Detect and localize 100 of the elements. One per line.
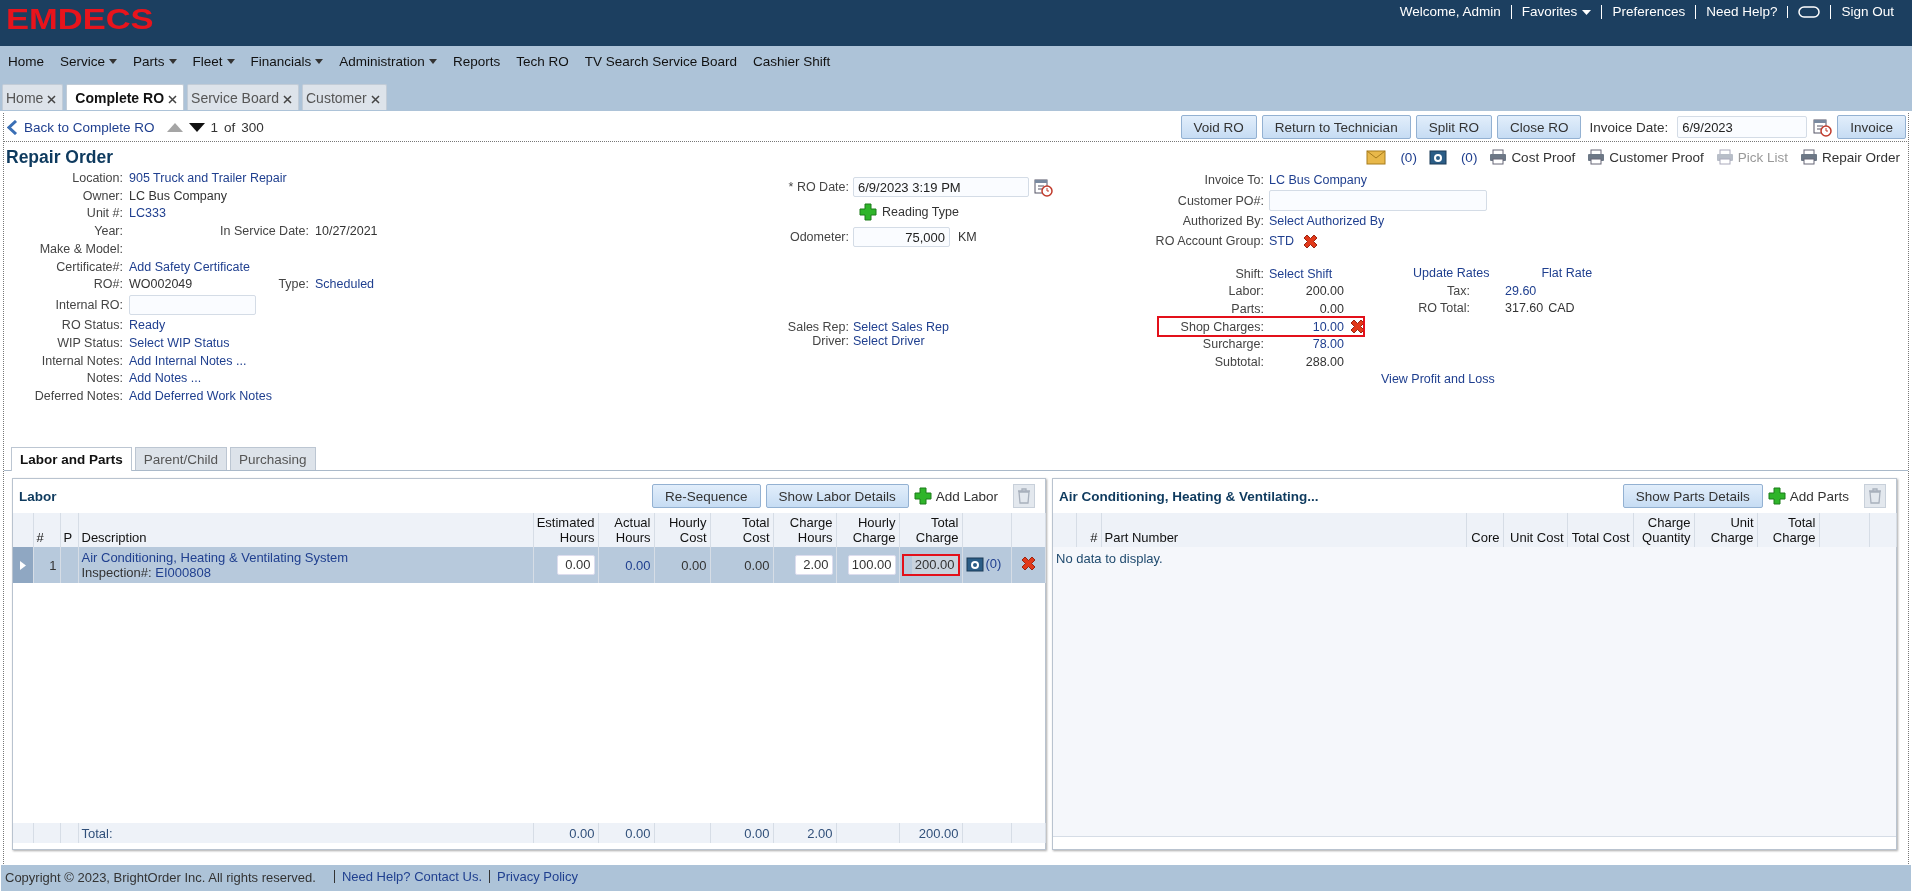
rate-link[interactable]: Flat Rate <box>1541 265 1593 283</box>
detail-field[interactable] <box>129 294 256 315</box>
toolbar-button[interactable]: Void RO <box>1180 115 1257 139</box>
back-chevron-icon[interactable] <box>7 119 18 135</box>
page-tab[interactable]: Service Board <box>187 84 299 110</box>
calendar-clock-icon[interactable] <box>1812 117 1833 137</box>
panel-button[interactable]: Show Labor Details <box>765 484 909 508</box>
detail-link[interactable]: Select WIP Status <box>129 335 230 350</box>
detail-link[interactable]: LC333 <box>129 206 166 221</box>
number-input[interactable]: 100.00 <box>847 555 896 575</box>
detail-link[interactable]: Scheduled <box>315 276 375 294</box>
detail-link[interactable]: Add Deferred Work Notes <box>129 388 272 403</box>
print-link[interactable]: Cost Proof <box>1511 149 1576 165</box>
chat-bubble-icon[interactable] <box>1798 6 1821 18</box>
header-link[interactable]: Preferences <box>1612 5 1686 19</box>
menu-item[interactable]: TV Search Service Board <box>576 50 746 72</box>
billing-link[interactable]: Select Authorized By <box>1269 214 1385 228</box>
add-labor-button[interactable]: Add Labor <box>913 487 998 505</box>
envelope-icon[interactable] <box>1366 149 1387 165</box>
page-tab[interactable]: Customer <box>302 84 387 110</box>
amount-link[interactable]: 29.60 <box>1505 282 1537 301</box>
summary-label: Labor: <box>1227 284 1264 299</box>
billing-link[interactable]: LC Bus Company <box>1269 173 1367 187</box>
odometer-field[interactable]: 75,000 <box>853 227 950 247</box>
select-link[interactable]: Select Shift <box>1269 266 1333 281</box>
amount-link[interactable]: 10.00 <box>1312 319 1344 334</box>
printer-icon <box>1799 149 1818 165</box>
toolbar-button[interactable]: Return to Technician <box>1261 115 1411 139</box>
labor-row[interactable]: 1 Air Conditioning, Heating & Ventilating System Inspection#: EI000808 0.00 0.00 0.00 0.00 2.00 100.00 200.00 (0) <box>13 547 1045 583</box>
print-link[interactable]: Repair Order <box>1821 149 1900 165</box>
menu-item[interactable]: Parts <box>125 50 185 72</box>
favorites-menu[interactable]: Favorites <box>1521 5 1592 19</box>
page-tab[interactable]: Complete RO <box>66 84 185 110</box>
detail-link[interactable]: Ready <box>129 318 166 333</box>
invoice-date-field[interactable]: 6/9/2023 <box>1677 116 1808 138</box>
back-link[interactable]: Back to Complete RO <box>24 119 155 135</box>
count-text: (0) <box>1460 149 1478 165</box>
footer-link[interactable]: Need Help? Contact Us. <box>341 869 483 884</box>
photo-count[interactable]: (0) <box>985 556 1002 571</box>
detail-link[interactable]: Add Internal Notes ... <box>129 353 247 368</box>
select-link[interactable]: Select Sales Rep <box>853 320 1149 334</box>
field-label: Internal Notes: <box>40 352 123 370</box>
close-icon[interactable] <box>168 95 178 104</box>
caret-icon <box>168 58 177 64</box>
number-input[interactable]: 0.00 <box>556 555 595 575</box>
section-tab[interactable]: Purchasing <box>230 447 316 470</box>
rate-link[interactable]: Update Rates <box>1413 265 1490 283</box>
detail-link[interactable]: 905 Truck and Trailer Repair <box>129 171 287 185</box>
header-link[interactable]: Need Help? <box>1706 5 1778 19</box>
menu-item[interactable]: Fleet <box>184 50 243 72</box>
field-label: Driver: <box>811 334 849 348</box>
invoice-button[interactable]: Invoice <box>1837 115 1906 139</box>
description-link[interactable]: Air Conditioning, Heating & Ventilating System <box>81 550 530 565</box>
camera-icon[interactable] <box>965 555 984 572</box>
section-tab[interactable]: Labor and Parts <box>11 447 132 471</box>
field-label: Notes: <box>85 370 123 388</box>
print-link[interactable]: Customer Proof <box>1609 149 1704 165</box>
menu-item[interactable]: Financials <box>242 50 332 72</box>
inspection-link[interactable]: EI000808 <box>155 565 211 580</box>
field-label: RO#: <box>92 276 123 294</box>
footer-link[interactable]: Privacy Policy <box>497 869 578 884</box>
section-tab[interactable]: Parent/Child <box>134 447 228 470</box>
camera-icon[interactable] <box>1428 149 1447 165</box>
profit-loss-link[interactable]: View Profit and Loss <box>1381 371 1495 386</box>
field-label: RO Account Group: <box>1154 234 1264 248</box>
detail-link[interactable]: Add Notes ... <box>129 371 202 386</box>
remove-icon[interactable] <box>1302 232 1319 250</box>
toolbar-button[interactable]: Split RO <box>1415 115 1492 139</box>
panel-button[interactable]: Show Parts Details <box>1622 484 1763 508</box>
reading-type-button[interactable]: Reading Type <box>859 203 959 221</box>
amount-link[interactable]: 78.00 <box>1312 337 1344 352</box>
menu-item[interactable]: Service <box>52 50 126 72</box>
column-header: Unit Charge <box>1694 513 1757 547</box>
page-tab[interactable]: Home <box>2 84 64 110</box>
close-icon[interactable] <box>370 95 380 104</box>
customer-po-field[interactable] <box>1269 190 1487 211</box>
field-label: Internal RO: <box>54 296 123 314</box>
field-label: Certificate#: <box>55 258 123 276</box>
column-header: # <box>33 513 60 547</box>
detail-link[interactable]: Add Safety Certificate <box>129 259 250 274</box>
toolbar-button[interactable]: Close RO <box>1496 115 1582 139</box>
add-parts-button[interactable]: Add Parts <box>1767 487 1849 505</box>
ro-date-field[interactable]: 6/9/2023 3:19 PM <box>853 177 1029 197</box>
header-link[interactable]: Sign Out <box>1841 5 1894 19</box>
close-icon[interactable] <box>47 95 57 104</box>
remove-icon[interactable] <box>1349 318 1366 336</box>
number-input[interactable]: 2.00 <box>794 555 833 575</box>
menu-item[interactable]: Cashier Shift <box>745 50 839 72</box>
menu-item[interactable]: Tech RO <box>508 50 577 72</box>
record-position: 1 <box>210 119 219 135</box>
close-icon[interactable] <box>283 95 292 104</box>
select-link[interactable]: Select Driver <box>853 334 1149 348</box>
menu-item[interactable]: Administration <box>331 50 445 72</box>
down-triangle-icon[interactable] <box>188 122 205 132</box>
panel-button[interactable]: Re-Sequence <box>652 484 761 508</box>
menu-item[interactable]: Reports <box>444 50 509 72</box>
billing-link[interactable]: STD <box>1269 234 1294 248</box>
calendar-clock-icon[interactable] <box>1033 177 1053 197</box>
remove-icon[interactable] <box>1019 555 1037 572</box>
menu-item[interactable]: Home <box>0 50 52 72</box>
